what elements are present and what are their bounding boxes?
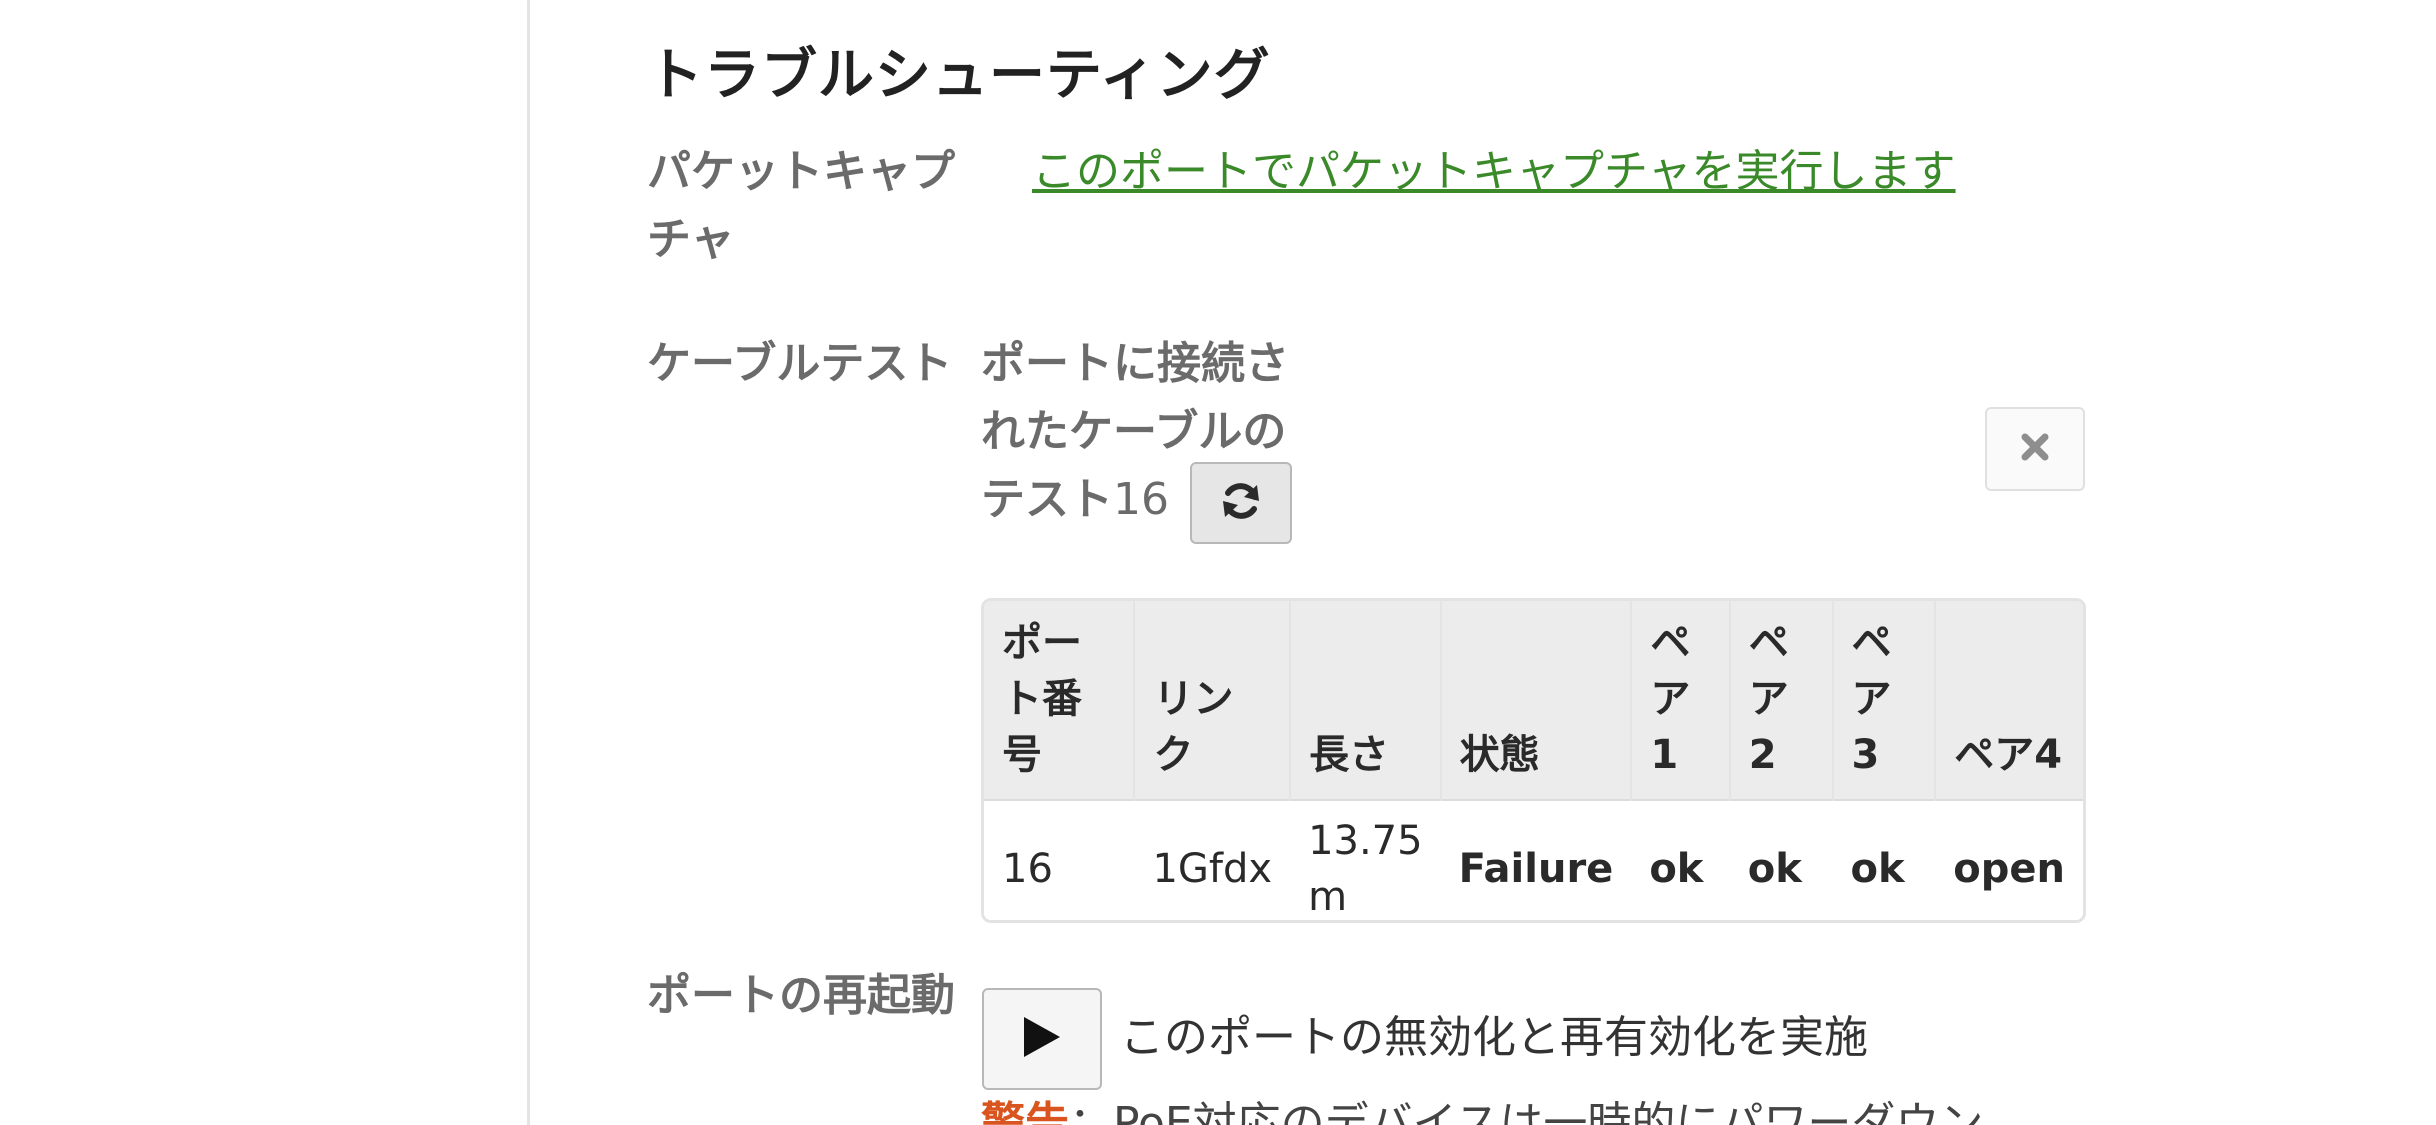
col-pair4: ペア4 [1935,601,2083,800]
col-pair3: ペア3 [1832,601,1937,800]
cell-pair4: open [1935,799,2083,920]
close-button[interactable] [1985,407,2085,491]
play-icon [1022,1015,1062,1063]
refresh-icon [1219,479,1263,527]
cell-status: Failure [1440,799,1632,920]
troubleshooting-page: トラブルシューティング パケットキャプチャ このポートでパケットキャプチャを実行… [0,0,2436,1125]
col-length: 長さ [1290,601,1442,800]
section-title: トラブルシューティング [647,43,1271,108]
cable-test-results: ポート番号 リンク 長さ 状態 ペア1 ペア2 ペア3 ペア4 16 1Gfdx… [981,598,2086,923]
col-pair2: ペア2 [1729,601,1834,800]
cell-link: 1Gfdx [1134,799,1291,920]
col-status: 状態 [1440,601,1633,800]
warning-word: 警告 [981,1098,1069,1125]
cell-pair3: ok [1832,799,1936,920]
warning-text: ：PoE対応のデバイスは一時的にパワーダウン [1069,1098,1984,1125]
col-port-number: ポート番号 [984,601,1136,800]
refresh-button[interactable] [1190,462,1292,544]
cell-port: 16 [984,799,1135,920]
cable-test-table: ポート番号 リンク 長さ 状態 ペア1 ペア2 ペア3 ペア4 16 1Gfdx… [984,601,2083,920]
col-pair1: ペア1 [1631,601,1731,800]
left-divider [527,0,530,1125]
poe-warning: 警告：PoE対応のデバイスは一時的にパワーダウン [981,1090,1983,1125]
cable-test-port-number: 16 [1113,474,1169,525]
cell-length: 13.75 m [1290,799,1441,920]
cell-pair1: ok [1631,799,1730,920]
restart-port-button[interactable] [982,988,1102,1090]
packet-capture-label: パケットキャプチャ [647,146,955,265]
col-link: リンク [1134,601,1292,800]
cable-test-label: ケーブルテスト [647,338,953,389]
port-restart-label: ポートの再起動 [647,970,955,1021]
cell-pair2: ok [1729,799,1833,920]
packet-capture-link[interactable]: このポートでパケットキャプチャを実行します [1032,138,1956,206]
port-restart-description: このポートの無効化と再有効化を実施 [1120,1012,1868,1063]
table-row: 16 1Gfdx 13.75 m Failure ok ok ok open [984,799,2083,920]
close-icon [2019,431,2051,467]
table-header-row: ポート番号 リンク 長さ 状態 ペア1 ペア2 ペア3 ペア4 [984,601,2083,800]
